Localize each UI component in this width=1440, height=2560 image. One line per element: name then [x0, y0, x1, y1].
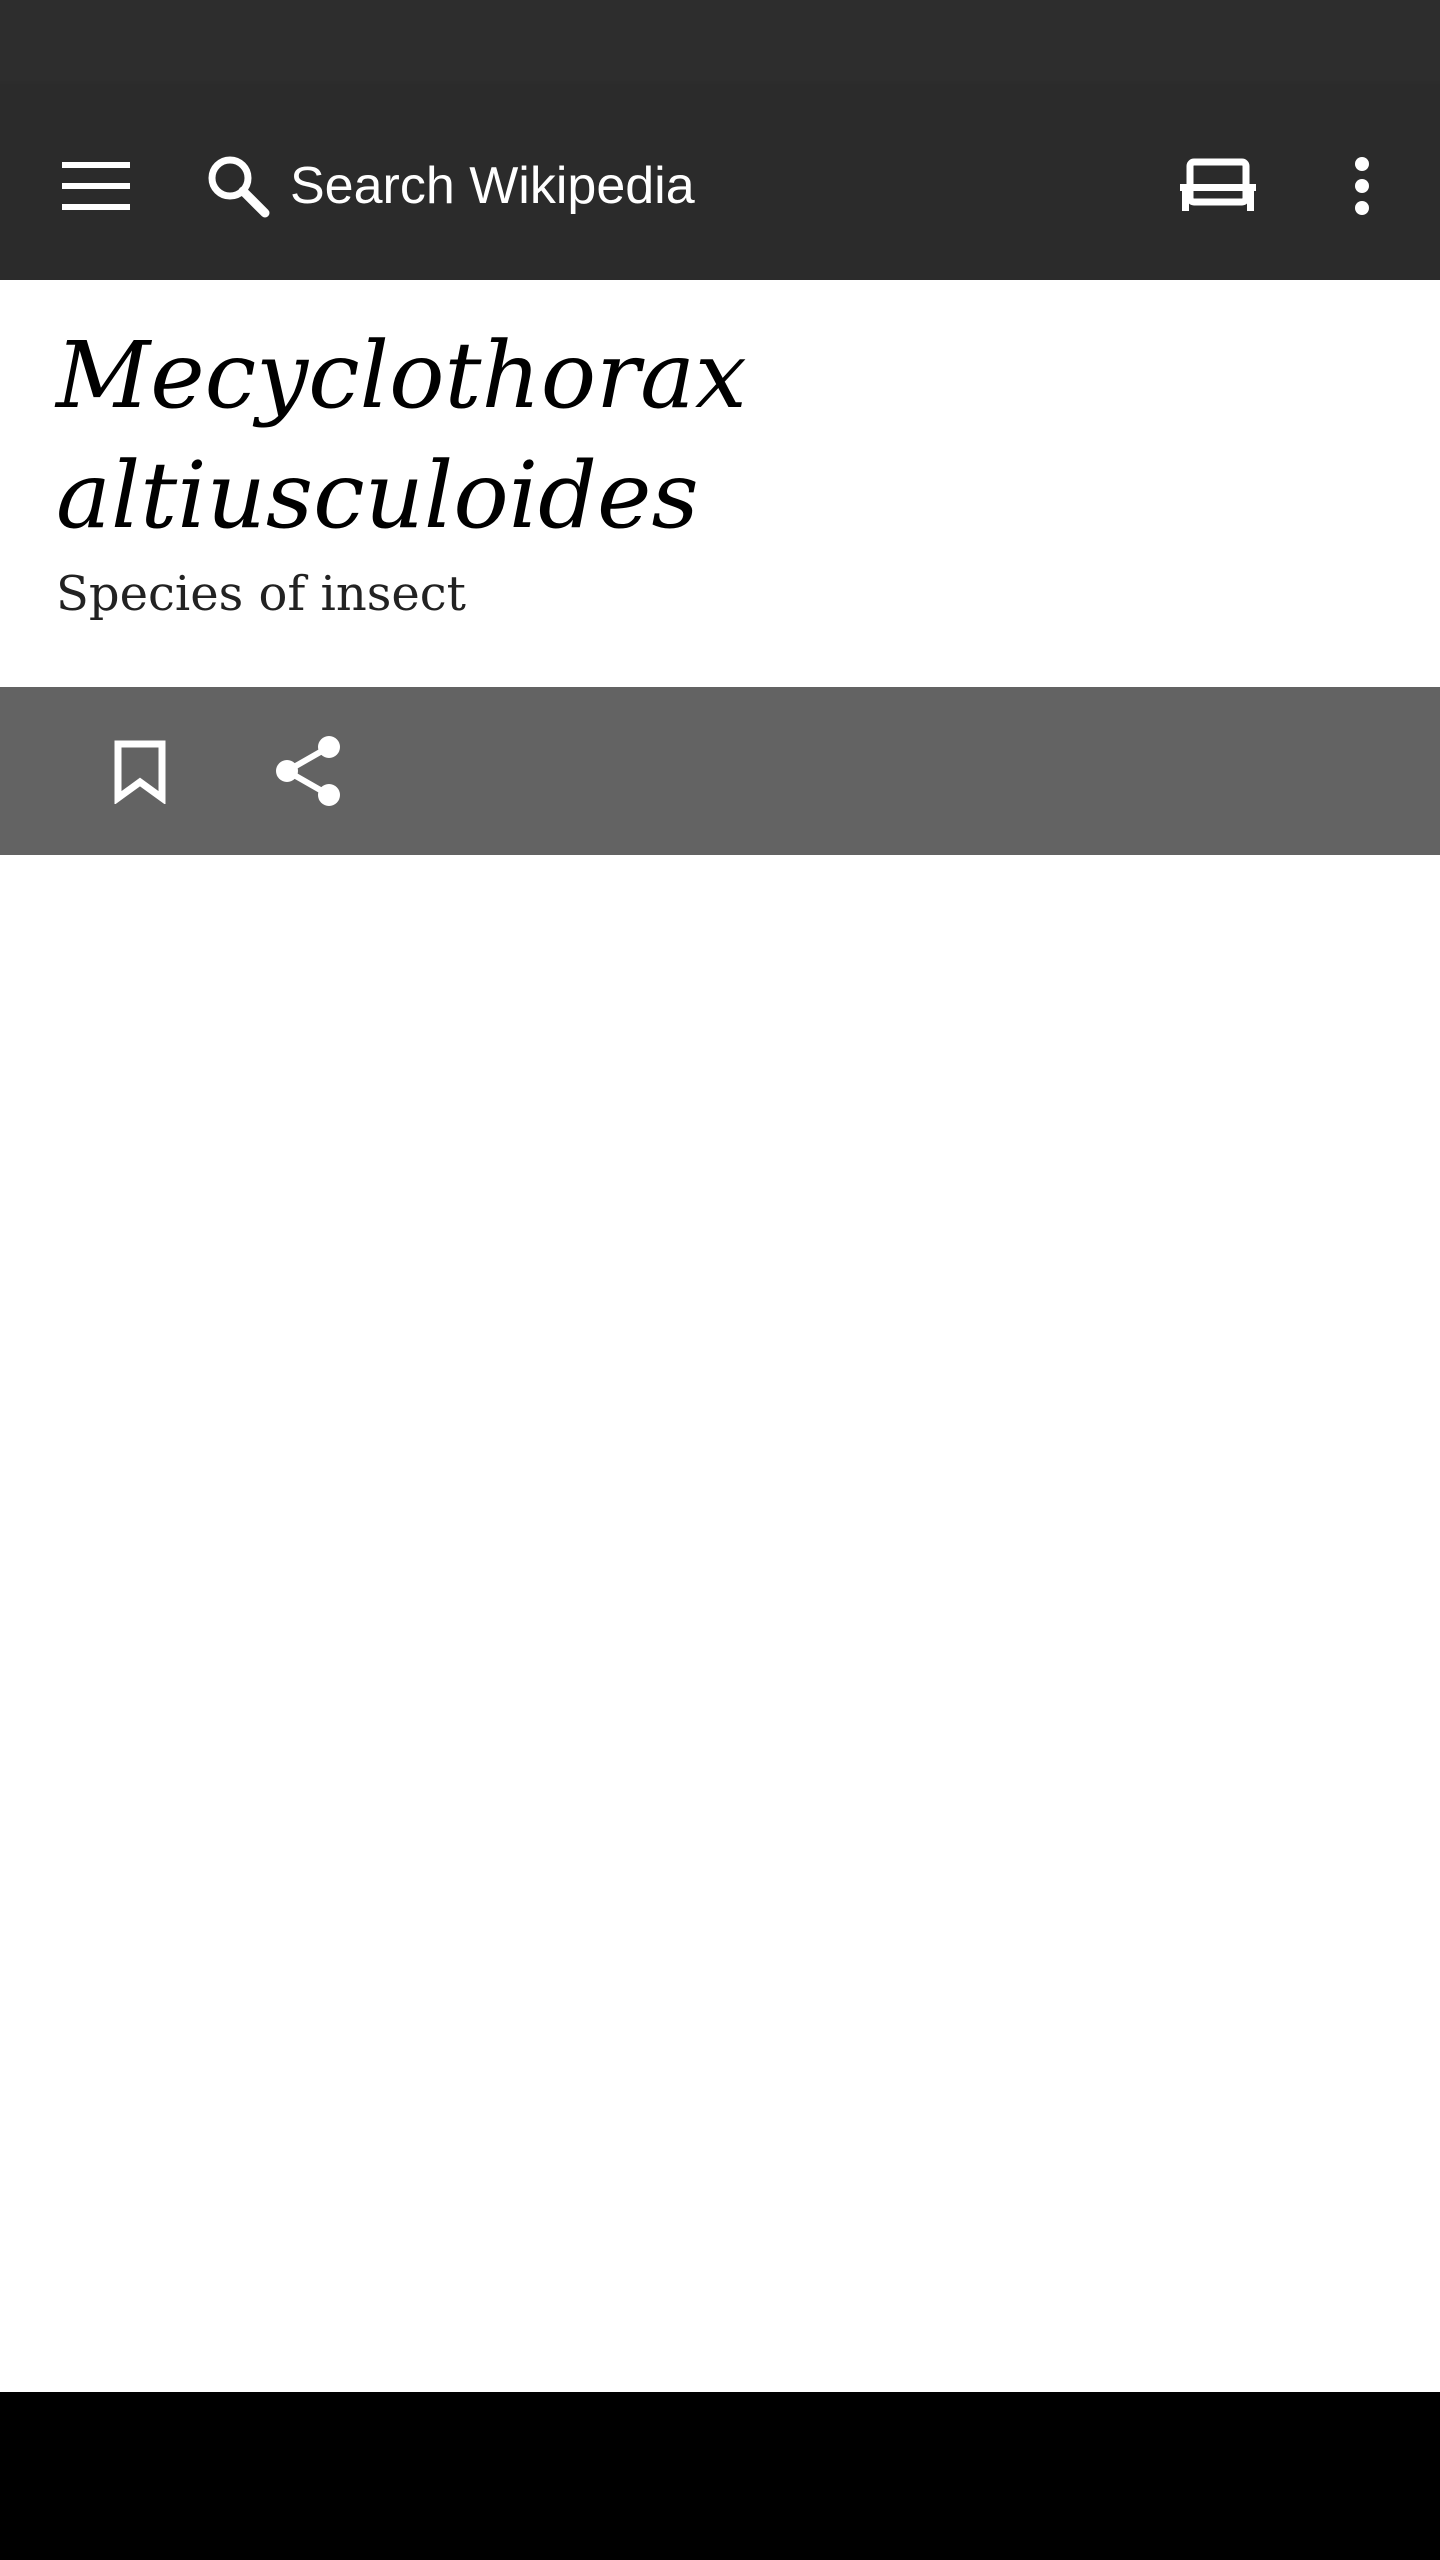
status-bar	[0, 0, 1440, 84]
tabs-button[interactable]	[1170, 138, 1266, 234]
more-vertical-icon	[1355, 157, 1369, 215]
share-button[interactable]	[260, 723, 356, 819]
hamburger-menu-icon	[62, 162, 130, 210]
app-bar: Search Wikipedia	[0, 84, 1440, 280]
page-title-line1: Mecyclothorax	[56, 322, 747, 429]
page-title: Mecyclothorax altiusculoides	[56, 316, 1356, 556]
search-bar[interactable]: Search Wikipedia	[190, 138, 1110, 234]
search-placeholder: Search Wikipedia	[290, 157, 695, 215]
page-title-line2: altiusculoides	[56, 442, 699, 549]
tabs-icon	[1180, 158, 1256, 211]
article-content	[0, 855, 1440, 2392]
menu-button[interactable]	[48, 138, 144, 234]
overflow-menu-button[interactable]	[1314, 138, 1410, 234]
search-icon	[190, 138, 286, 234]
article-header: Mecyclothorax altiusculoides Species of …	[0, 280, 1440, 687]
share-icon	[276, 736, 340, 806]
bookmark-icon	[114, 740, 166, 804]
page-description: Species of insect	[56, 566, 466, 622]
article-action-bar	[0, 687, 1440, 855]
system-navigation-bar	[0, 2392, 1440, 2560]
save-bookmark-button[interactable]	[92, 723, 188, 819]
